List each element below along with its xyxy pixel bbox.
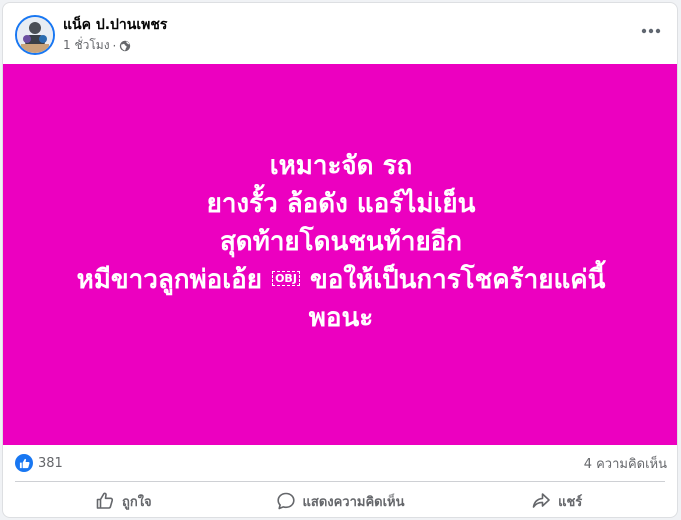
post-meta: 1 ชั่วโมง · <box>63 36 131 55</box>
more-options-button[interactable] <box>639 19 663 43</box>
comment-icon <box>276 492 295 510</box>
post-card: แน็ค ป.ปานเพชร 1 ชั่วโมง · เหมาะจัด รถ ย… <box>2 2 678 518</box>
image-line-4: หมีขาวลูกพ่อเอ้ย OBJ ขอให้เป็นการโชคร้าย… <box>77 261 606 299</box>
like-label: ถูกใจ <box>121 494 152 510</box>
post-stats: 381 4 ความคิดเห็น <box>3 445 677 481</box>
post-image-text: เหมาะจัด รถ ยางรั้ว ล้อดัง แอร์ไม่เย็น ส… <box>77 147 606 337</box>
globe-icon <box>119 40 131 52</box>
image-line-1: เหมาะจัด รถ <box>269 150 413 181</box>
object-replacement-glyph: OBJ <box>272 270 300 286</box>
like-icon <box>15 454 33 472</box>
image-line-4-end: ขอให้เป็นการโชคร้ายแค่นี้ <box>309 264 606 295</box>
like-button[interactable]: ถูกใจ <box>15 485 232 517</box>
image-line-4-start: หมีขาวลูกพ่อเอ้ย <box>76 264 263 295</box>
reaction-count: 381 <box>38 455 63 471</box>
post-actions: ถูกใจ แสดงความคิดเห็น แชร์ <box>15 483 665 517</box>
more-icon <box>641 28 661 34</box>
share-icon <box>532 493 550 508</box>
share-button[interactable]: แชร์ <box>448 485 665 517</box>
author-name[interactable]: แน็ค ป.ปานเพชร <box>63 14 167 36</box>
share-label: แชร์ <box>558 494 583 510</box>
post-image[interactable]: เหมาะจัด รถ ยางรั้ว ล้อดัง แอร์ไม่เย็น ส… <box>3 64 677 445</box>
image-line-3: สุดท้ายโดนชนท้ายอีก <box>219 226 463 257</box>
meta-separator: · <box>112 38 117 53</box>
reactions-summary[interactable]: 381 <box>15 454 63 472</box>
image-line-2: ยางรั้ว ล้อดัง แอร์ไม่เย็น <box>206 188 476 219</box>
post-time[interactable]: 1 ชั่วโมง <box>63 36 110 55</box>
comment-button[interactable]: แสดงความคิดเห็น <box>232 485 449 517</box>
post-header: แน็ค ป.ปานเพชร 1 ชั่วโมง · <box>3 3 677 63</box>
comment-label: แสดงความคิดเห็น <box>302 494 405 510</box>
avatar-image <box>17 17 53 53</box>
actions-divider <box>15 481 665 482</box>
author-avatar[interactable] <box>15 15 55 55</box>
thumbs-up-icon <box>96 492 114 509</box>
image-line-5: พอนะ <box>308 302 374 333</box>
comment-count[interactable]: 4 ความคิดเห็น <box>584 453 667 474</box>
